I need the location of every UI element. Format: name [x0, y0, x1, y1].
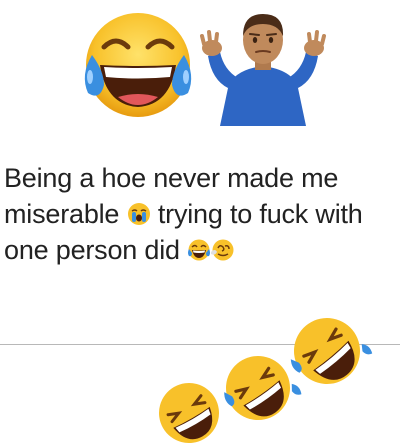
man-shrugging-icon: [198, 8, 328, 126]
swirl-face-icon: [211, 238, 235, 262]
rolling-on-floor-laughing-icon: [154, 378, 224, 448]
post-line-1-text: Being a hoe never made me: [4, 163, 339, 193]
post-line-3-text: one person did: [4, 235, 188, 265]
post-line-2-text-after: trying to fuck with: [150, 199, 363, 229]
rolling-on-floor-laughing-icon: [288, 312, 373, 390]
post-line-1: Being a hoe never made me: [4, 160, 398, 196]
post-text: Being a hoe never made me miserable tryi…: [4, 160, 398, 268]
post-line-3: one person did: [4, 232, 398, 268]
laughing-tears-icon: [187, 238, 211, 262]
post-line-2: miserable trying to fuck with: [4, 196, 398, 232]
bottom-emoji-row: [0, 300, 400, 443]
top-emoji-row: [70, 0, 340, 135]
rolling-on-floor-laughing-icon: [220, 350, 302, 426]
crying-face-icon: [127, 202, 151, 226]
post-line-2-text-before: miserable: [4, 199, 127, 229]
meme-canvas: Being a hoe never made me miserable tryi…: [0, 0, 400, 443]
face-with-tears-of-joy-icon: [78, 5, 198, 125]
